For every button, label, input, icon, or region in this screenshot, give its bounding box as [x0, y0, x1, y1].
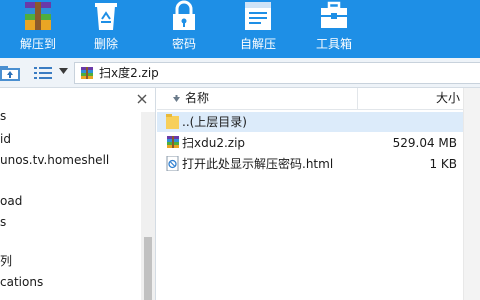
tree-item[interactable]: cations — [0, 273, 43, 291]
password-button[interactable]: 密码 — [154, 0, 214, 58]
delete-button[interactable]: 删除 — [76, 0, 136, 58]
password-label: 密码 — [171, 37, 196, 51]
lock-icon — [173, 0, 195, 30]
self-extract-label: 自解压 — [239, 37, 276, 51]
zip-archive-icon — [167, 136, 179, 148]
self-extract-button[interactable]: 自解压 — [228, 0, 288, 58]
extract-to-icon — [25, 2, 51, 30]
file-row-html[interactable]: 打开此处显示解压密码.html 1 KB — [157, 154, 463, 174]
close-icon[interactable] — [135, 92, 149, 106]
address-bar: 扫x度2.zip — [0, 58, 480, 88]
column-header-name[interactable]: 名称 — [185, 91, 209, 106]
file-row-parent-dir[interactable]: ..(上层目录) — [157, 112, 463, 132]
tree-item[interactable]: unos.tv.homeshell — [0, 151, 109, 169]
file-list-header: 名称 大小 — [157, 88, 480, 110]
tree-scrollbar[interactable] — [141, 112, 155, 300]
toolbox-icon — [321, 1, 347, 28]
extract-to-label: 解压到 — [19, 37, 56, 51]
file-size: 1 KB — [429, 157, 457, 171]
file-size: 529.04 MB — [392, 136, 457, 150]
self-extract-icon — [245, 2, 271, 30]
tree-item[interactable]: id — [0, 130, 11, 148]
tree-item[interactable]: s — [0, 107, 6, 125]
recycle-bin-icon — [95, 3, 117, 30]
file-list-panel: 名称 大小 ..(上层目录) 扫xdu2.zip 529.04 MB 打开此处显… — [157, 88, 480, 300]
html-file-icon — [166, 156, 179, 171]
delete-label: 删除 — [93, 37, 118, 51]
chevron-down-icon[interactable] — [59, 68, 68, 74]
file-name: 扫xdu2.zip — [182, 136, 246, 150]
tree-item[interactable]: s — [0, 213, 6, 231]
file-name: ..(上层目录) — [182, 115, 247, 129]
file-name: 打开此处显示解压密码.html — [182, 157, 334, 171]
folder-icon — [166, 114, 179, 129]
tree-item[interactable]: 列 — [0, 252, 12, 270]
list-view-icon[interactable] — [34, 66, 52, 80]
file-row-zip[interactable]: 扫xdu2.zip 529.04 MB — [157, 133, 463, 153]
main-toolbar: 解压到 删除 密码 自解压 工具箱 — [0, 0, 480, 58]
extract-to-button[interactable]: 解压到 — [8, 0, 68, 58]
toolbox-label: 工具箱 — [315, 37, 352, 51]
path-text: 扫x度2.zip — [99, 66, 159, 80]
zip-archive-icon — [81, 67, 93, 79]
column-header-size[interactable]: 大小 — [358, 91, 460, 106]
folder-tree-panel: s id unos.tv.homeshell oad s 列 cations — [0, 88, 156, 300]
file-list-scrollbar[interactable] — [463, 88, 480, 300]
toolbox-button[interactable]: 工具箱 — [304, 0, 364, 58]
path-field[interactable]: 扫x度2.zip — [74, 62, 480, 84]
sort-arrow-icon — [173, 95, 180, 102]
tree-item[interactable]: oad — [0, 192, 22, 210]
folder-up-icon[interactable] — [0, 64, 22, 82]
tree-scrollbar-thumb[interactable] — [144, 237, 152, 300]
